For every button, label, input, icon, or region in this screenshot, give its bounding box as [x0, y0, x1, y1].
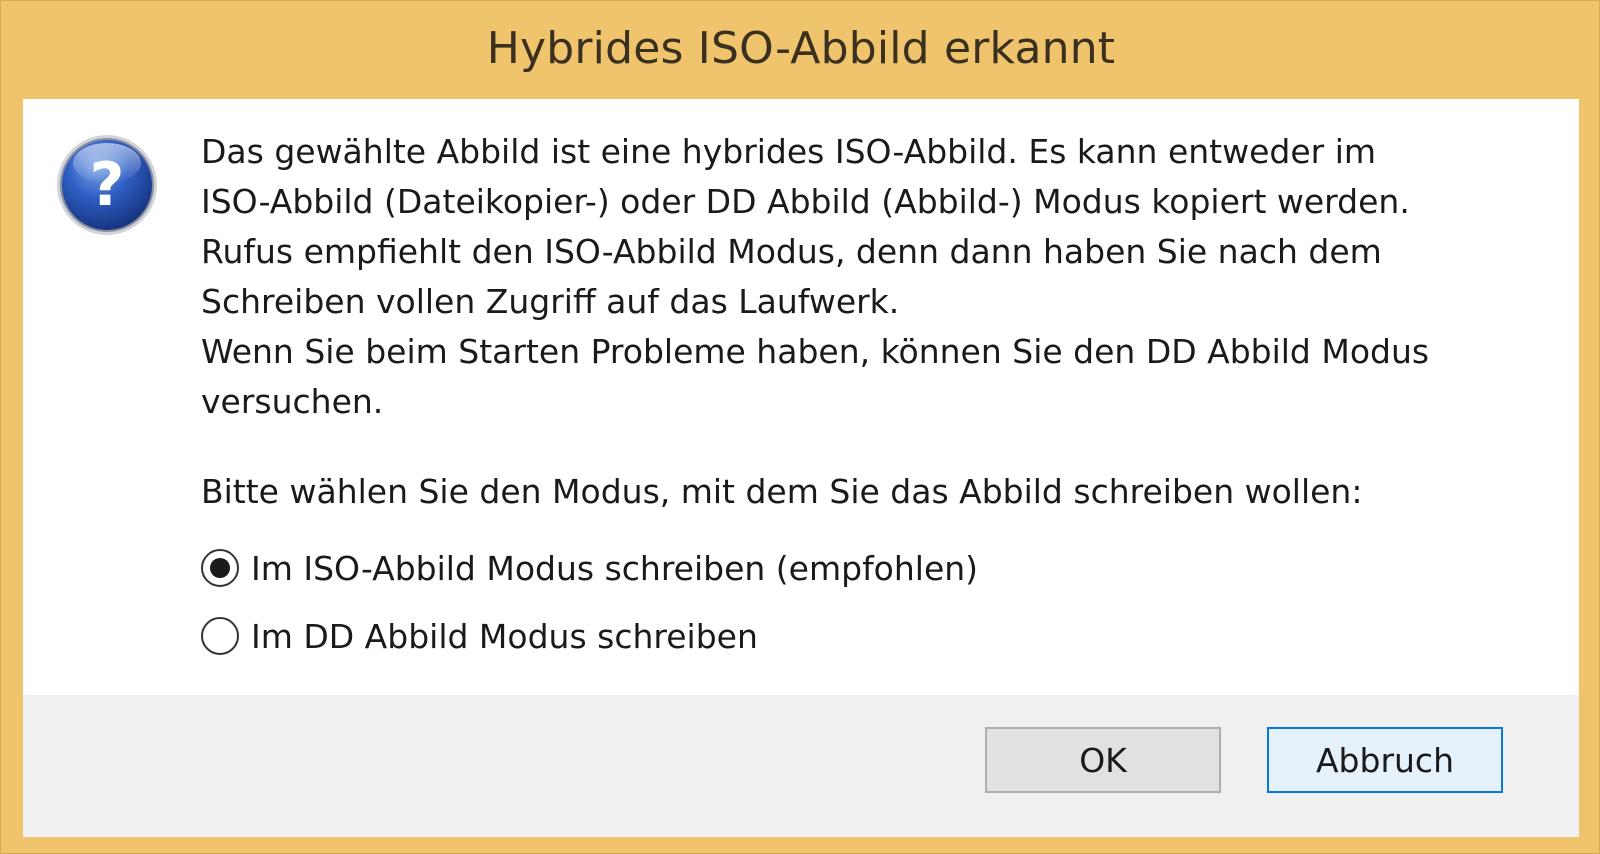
radio-dot [210, 558, 230, 578]
ok-button[interactable]: OK [985, 727, 1221, 793]
message-line: versuchen. [201, 382, 384, 421]
radio-dd-mode[interactable]: Im DD Abbild Modus schreiben [201, 611, 758, 661]
question-icon: ? [55, 133, 159, 237]
radio-dd-mode-label[interactable]: Im DD Abbild Modus schreiben [251, 617, 758, 656]
dialog-title: Hybrides ISO-Abbild erkannt [486, 22, 1116, 74]
title-bar[interactable]: Hybrides ISO-Abbild erkannt [1, 1, 1600, 99]
dialog-content: ? Das gewählte Abbild ist eine hybrides … [23, 99, 1579, 707]
cancel-button[interactable]: Abbruch [1267, 727, 1503, 793]
message-line: Rufus empfiehlt den ISO-Abbild Modus, de… [201, 232, 1382, 271]
mode-prompt: Bitte wählen Sie den Modus, mit dem Sie … [201, 472, 1363, 511]
message-text: Das gewählte Abbild ist eine hybrides IS… [201, 127, 1561, 427]
radio-button-selected[interactable] [201, 549, 239, 587]
dialog-client-area: ? Das gewählte Abbild ist eine hybrides … [23, 99, 1579, 837]
svg-text:?: ? [90, 150, 125, 220]
dialog-window: Hybrides ISO-Abbild erkannt ? Das gewähl… [0, 0, 1600, 854]
message-line: ISO-Abbild (Dateikopier-) oder DD Abbild… [201, 182, 1410, 221]
radio-button-unselected[interactable] [201, 617, 239, 655]
message-line: Schreiben vollen Zugriff auf das Laufwer… [201, 282, 900, 321]
radio-iso-mode[interactable]: Im ISO-Abbild Modus schreiben (empfohlen… [201, 543, 978, 593]
button-bar: OK Abbruch [23, 695, 1579, 837]
message-line: Wenn Sie beim Starten Probleme haben, kö… [201, 332, 1430, 371]
radio-iso-mode-label[interactable]: Im ISO-Abbild Modus schreiben (empfohlen… [251, 549, 978, 588]
message-line: Das gewählte Abbild ist eine hybrides IS… [201, 132, 1377, 171]
